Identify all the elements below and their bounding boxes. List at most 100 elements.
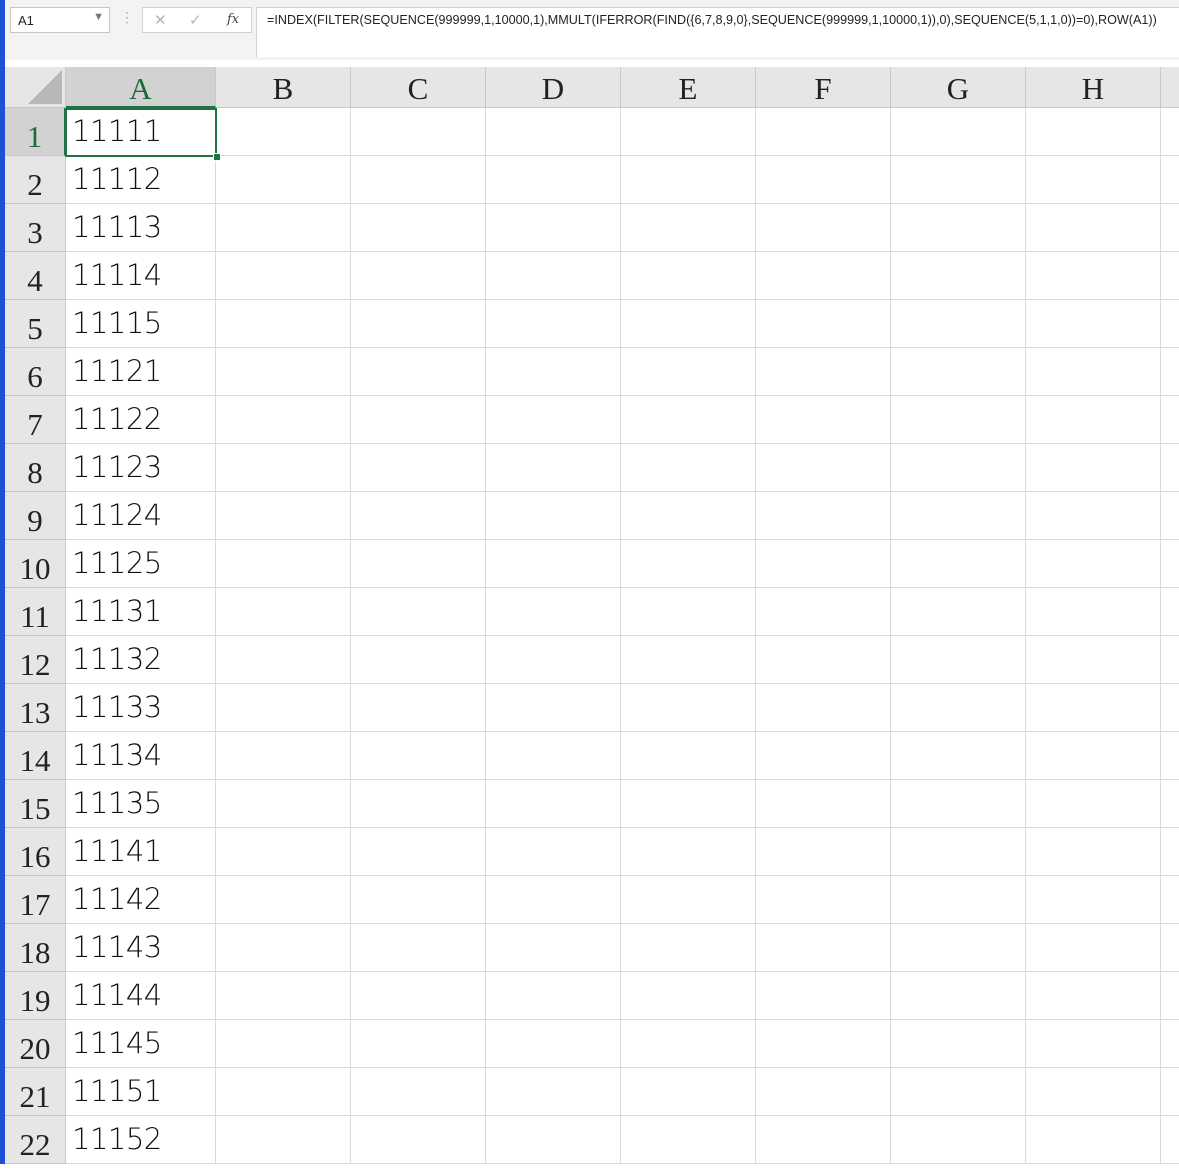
cell-c2[interactable] <box>351 156 486 204</box>
cell-i16[interactable] <box>1161 828 1179 876</box>
cell-c12[interactable] <box>351 636 486 684</box>
row-header-21[interactable]: 21 <box>5 1068 66 1116</box>
cell-d15[interactable] <box>486 780 621 828</box>
cell-b10[interactable] <box>216 540 351 588</box>
cell-b11[interactable] <box>216 588 351 636</box>
cell-f12[interactable] <box>756 636 891 684</box>
cell-f18[interactable] <box>756 924 891 972</box>
cell-f9[interactable] <box>756 492 891 540</box>
cell-i12[interactable] <box>1161 636 1179 684</box>
cell-b17[interactable] <box>216 876 351 924</box>
column-header-partial[interactable] <box>1161 67 1179 108</box>
enter-check-icon[interactable]: ✓ <box>189 11 202 29</box>
cell-c15[interactable] <box>351 780 486 828</box>
cell-a21[interactable]: 11151 <box>66 1068 216 1116</box>
cell-h21[interactable] <box>1026 1068 1161 1116</box>
cell-f10[interactable] <box>756 540 891 588</box>
cell-f13[interactable] <box>756 684 891 732</box>
cell-c8[interactable] <box>351 444 486 492</box>
cell-b8[interactable] <box>216 444 351 492</box>
cell-d21[interactable] <box>486 1068 621 1116</box>
cell-i22[interactable] <box>1161 1116 1179 1164</box>
cell-f20[interactable] <box>756 1020 891 1068</box>
cell-e9[interactable] <box>621 492 756 540</box>
cell-b4[interactable] <box>216 252 351 300</box>
cell-i3[interactable] <box>1161 204 1179 252</box>
cell-a17[interactable]: 11142 <box>66 876 216 924</box>
cell-a20[interactable]: 11145 <box>66 1020 216 1068</box>
cell-i20[interactable] <box>1161 1020 1179 1068</box>
cell-c7[interactable] <box>351 396 486 444</box>
cell-h19[interactable] <box>1026 972 1161 1020</box>
row-header-2[interactable]: 2 <box>5 156 66 204</box>
cell-c20[interactable] <box>351 1020 486 1068</box>
cell-a15[interactable]: 11135 <box>66 780 216 828</box>
cell-i13[interactable] <box>1161 684 1179 732</box>
cell-b15[interactable] <box>216 780 351 828</box>
cell-h12[interactable] <box>1026 636 1161 684</box>
column-header-g[interactable]: G <box>891 67 1026 108</box>
column-header-a[interactable]: A <box>66 67 216 108</box>
formula-input[interactable]: =INDEX(FILTER(SEQUENCE(999999,1,10000,1)… <box>256 7 1179 57</box>
cell-a16[interactable]: 11141 <box>66 828 216 876</box>
cell-g10[interactable] <box>891 540 1026 588</box>
cell-i10[interactable] <box>1161 540 1179 588</box>
cell-b6[interactable] <box>216 348 351 396</box>
row-header-16[interactable]: 16 <box>5 828 66 876</box>
cell-d1[interactable] <box>486 108 621 156</box>
cell-g22[interactable] <box>891 1116 1026 1164</box>
cell-g20[interactable] <box>891 1020 1026 1068</box>
cell-a10[interactable]: 11125 <box>66 540 216 588</box>
cell-a9[interactable]: 11124 <box>66 492 216 540</box>
row-header-7[interactable]: 7 <box>5 396 66 444</box>
cell-b12[interactable] <box>216 636 351 684</box>
cell-g19[interactable] <box>891 972 1026 1020</box>
cell-h3[interactable] <box>1026 204 1161 252</box>
cell-c18[interactable] <box>351 924 486 972</box>
cell-h17[interactable] <box>1026 876 1161 924</box>
cell-b5[interactable] <box>216 300 351 348</box>
cell-c1[interactable] <box>351 108 486 156</box>
cell-h1[interactable] <box>1026 108 1161 156</box>
cell-b9[interactable] <box>216 492 351 540</box>
cell-e21[interactable] <box>621 1068 756 1116</box>
row-header-10[interactable]: 10 <box>5 540 66 588</box>
cell-a2[interactable]: 11112 <box>66 156 216 204</box>
cell-c14[interactable] <box>351 732 486 780</box>
cell-h7[interactable] <box>1026 396 1161 444</box>
column-header-e[interactable]: E <box>621 67 756 108</box>
cell-a13[interactable]: 11133 <box>66 684 216 732</box>
cell-i11[interactable] <box>1161 588 1179 636</box>
cell-c9[interactable] <box>351 492 486 540</box>
row-header-4[interactable]: 4 <box>5 252 66 300</box>
cell-a4[interactable]: 11114 <box>66 252 216 300</box>
cell-b2[interactable] <box>216 156 351 204</box>
cell-d7[interactable] <box>486 396 621 444</box>
cell-d13[interactable] <box>486 684 621 732</box>
cell-e1[interactable] <box>621 108 756 156</box>
cell-a1[interactable]: 11111 <box>66 108 216 156</box>
cell-g7[interactable] <box>891 396 1026 444</box>
cell-e18[interactable] <box>621 924 756 972</box>
cell-c10[interactable] <box>351 540 486 588</box>
column-header-c[interactable]: C <box>351 67 486 108</box>
cell-f21[interactable] <box>756 1068 891 1116</box>
cell-f11[interactable] <box>756 588 891 636</box>
cell-i17[interactable] <box>1161 876 1179 924</box>
cell-e11[interactable] <box>621 588 756 636</box>
cell-c11[interactable] <box>351 588 486 636</box>
cell-c13[interactable] <box>351 684 486 732</box>
cell-e22[interactable] <box>621 1116 756 1164</box>
cell-d2[interactable] <box>486 156 621 204</box>
cell-f2[interactable] <box>756 156 891 204</box>
cell-h14[interactable] <box>1026 732 1161 780</box>
cell-g14[interactable] <box>891 732 1026 780</box>
cell-g8[interactable] <box>891 444 1026 492</box>
insert-function-icon[interactable]: fx <box>227 12 239 27</box>
cell-h13[interactable] <box>1026 684 1161 732</box>
cell-g3[interactable] <box>891 204 1026 252</box>
cell-f4[interactable] <box>756 252 891 300</box>
cell-b16[interactable] <box>216 828 351 876</box>
row-header-5[interactable]: 5 <box>5 300 66 348</box>
cell-d16[interactable] <box>486 828 621 876</box>
